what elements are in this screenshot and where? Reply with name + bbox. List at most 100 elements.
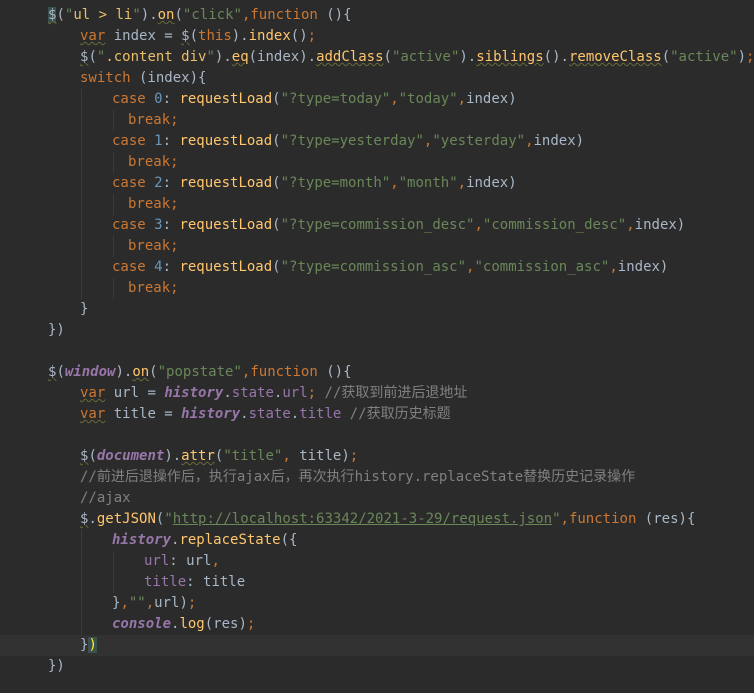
code-token: state [231, 385, 274, 401]
code-token: ). [164, 448, 182, 464]
indent-guide [81, 89, 82, 110]
code-line[interactable]: $(".content div").eq(index).addClass("ac… [0, 47, 754, 68]
code-text: }) [48, 656, 65, 677]
code-token: : title [186, 574, 246, 590]
code-token: ; [187, 595, 197, 611]
code-text: break; [128, 152, 179, 173]
code-line[interactable]: //前进后退操作后，执行ajax后，再次执行history.replaceSta… [0, 467, 754, 488]
indent-guide [81, 215, 82, 236]
code-token: 1 [154, 133, 163, 149]
code-line[interactable]: //ajax [0, 488, 754, 509]
code-text: switch (index){ [80, 68, 206, 89]
code-line[interactable]: case 2: requestLoad("?type=month","month… [0, 173, 754, 194]
indent-guide [81, 173, 82, 194]
code-token: "month" [398, 175, 458, 191]
code-line[interactable]: case 0: requestLoad("?type=today","today… [0, 89, 754, 110]
indent-guide [81, 110, 82, 131]
indent-guide [81, 551, 82, 572]
code-token: break [128, 112, 171, 128]
code-token: case [112, 175, 155, 191]
code-line[interactable]: }) [0, 320, 754, 341]
code-token: ). [459, 49, 477, 65]
code-token: , [390, 91, 399, 107]
indent-guide [113, 278, 114, 299]
code-token: ; [246, 616, 256, 632]
indent-guide [81, 278, 82, 299]
code-token: index) [634, 217, 686, 233]
code-token: index) [466, 91, 517, 107]
code-token: " [552, 511, 561, 527]
code-token: break [128, 196, 171, 212]
code-token: url [282, 385, 308, 401]
code-line[interactable]: break; [0, 278, 754, 299]
indent-guide [113, 572, 114, 593]
code-line[interactable]: break; [0, 194, 754, 215]
code-line[interactable]: var index = $(this).index(); [0, 26, 754, 47]
code-line[interactable]: var url = history.state.url; //获取到前进后退地址 [0, 383, 754, 404]
indent-guide [81, 614, 82, 635]
code-line[interactable]: console.log(res); [0, 614, 754, 635]
code-token: ( [272, 259, 281, 275]
code-line[interactable]: }) [0, 635, 754, 656]
code-token: , [560, 511, 569, 527]
code-text: break; [128, 236, 179, 257]
code-token: ; [170, 238, 179, 254]
code-editor[interactable]: $("ul > li").on("click",function (){var … [0, 0, 754, 693]
code-token: ; [746, 49, 754, 65]
code-token: "?type=yesterday" [280, 133, 424, 149]
code-token: , [457, 91, 467, 107]
code-token: ( [272, 91, 281, 107]
code-text: case 0: requestLoad("?type=today","today… [112, 89, 517, 110]
code-line[interactable]: $(window).on("popstate",function (){ [0, 362, 754, 383]
code-line[interactable]: break; [0, 152, 754, 173]
code-line[interactable]: } [0, 299, 754, 320]
code-token: " [132, 7, 141, 23]
code-line[interactable]: case 4: requestLoad("?type=commission_as… [0, 257, 754, 278]
code-line[interactable]: url: url, [0, 551, 754, 572]
indent-guide [81, 152, 82, 173]
code-text: case 3: requestLoad("?type=commission_de… [112, 215, 685, 236]
code-token: , [457, 175, 467, 191]
code-token: index = [105, 28, 182, 44]
code-line[interactable]: case 3: requestLoad("?type=commission_de… [0, 215, 754, 236]
code-text: case 2: requestLoad("?type=month","month… [112, 173, 517, 194]
code-token: ( [56, 364, 65, 380]
code-token: "title" [223, 448, 283, 464]
code-line[interactable]: break; [0, 236, 754, 257]
code-token: "today" [398, 91, 458, 107]
code-line[interactable]: },"",url); [0, 593, 754, 614]
code-text: } [80, 299, 88, 320]
code-token: break [128, 154, 171, 170]
code-token: "?type=month" [280, 175, 391, 191]
code-token: ; [170, 154, 179, 170]
code-text: $(window).on("popstate",function (){ [48, 362, 352, 383]
code-line[interactable]: break; [0, 110, 754, 131]
code-line[interactable]: switch (index){ [0, 68, 754, 89]
indent-guide [81, 194, 82, 215]
code-token: requestLoad [179, 175, 273, 191]
code-line[interactable]: case 1: requestLoad("?type=yesterday","y… [0, 131, 754, 152]
code-token: break [128, 280, 171, 296]
code-line[interactable]: history.replaceState({ [0, 530, 754, 551]
code-token: "active" [391, 49, 460, 65]
code-line[interactable]: $.getJSON("http://localhost:63342/2021-3… [0, 509, 754, 530]
code-line[interactable] [0, 425, 754, 446]
code-token: switch [80, 70, 131, 86]
indent-guide [81, 257, 82, 278]
code-token: . [240, 406, 249, 422]
code-token: }) [48, 322, 65, 338]
code-token: ( [189, 28, 199, 44]
code-token: , [211, 553, 220, 569]
indent-guide [81, 530, 82, 551]
code-line[interactable]: }) [0, 656, 754, 677]
code-line[interactable]: var title = history.state.title //获取历史标题 [0, 404, 754, 425]
code-token: replaceState [179, 532, 281, 548]
code-line[interactable]: title: title [0, 572, 754, 593]
code-token: "active" [670, 49, 738, 65]
code-line[interactable]: $("ul > li").on("click",function (){ [0, 5, 754, 26]
code-line[interactable] [0, 341, 754, 362]
code-token: var [80, 406, 106, 422]
code-token: : [162, 217, 180, 233]
code-line[interactable]: $(document).attr("title", title); [0, 446, 754, 467]
code-token: case [112, 133, 155, 149]
